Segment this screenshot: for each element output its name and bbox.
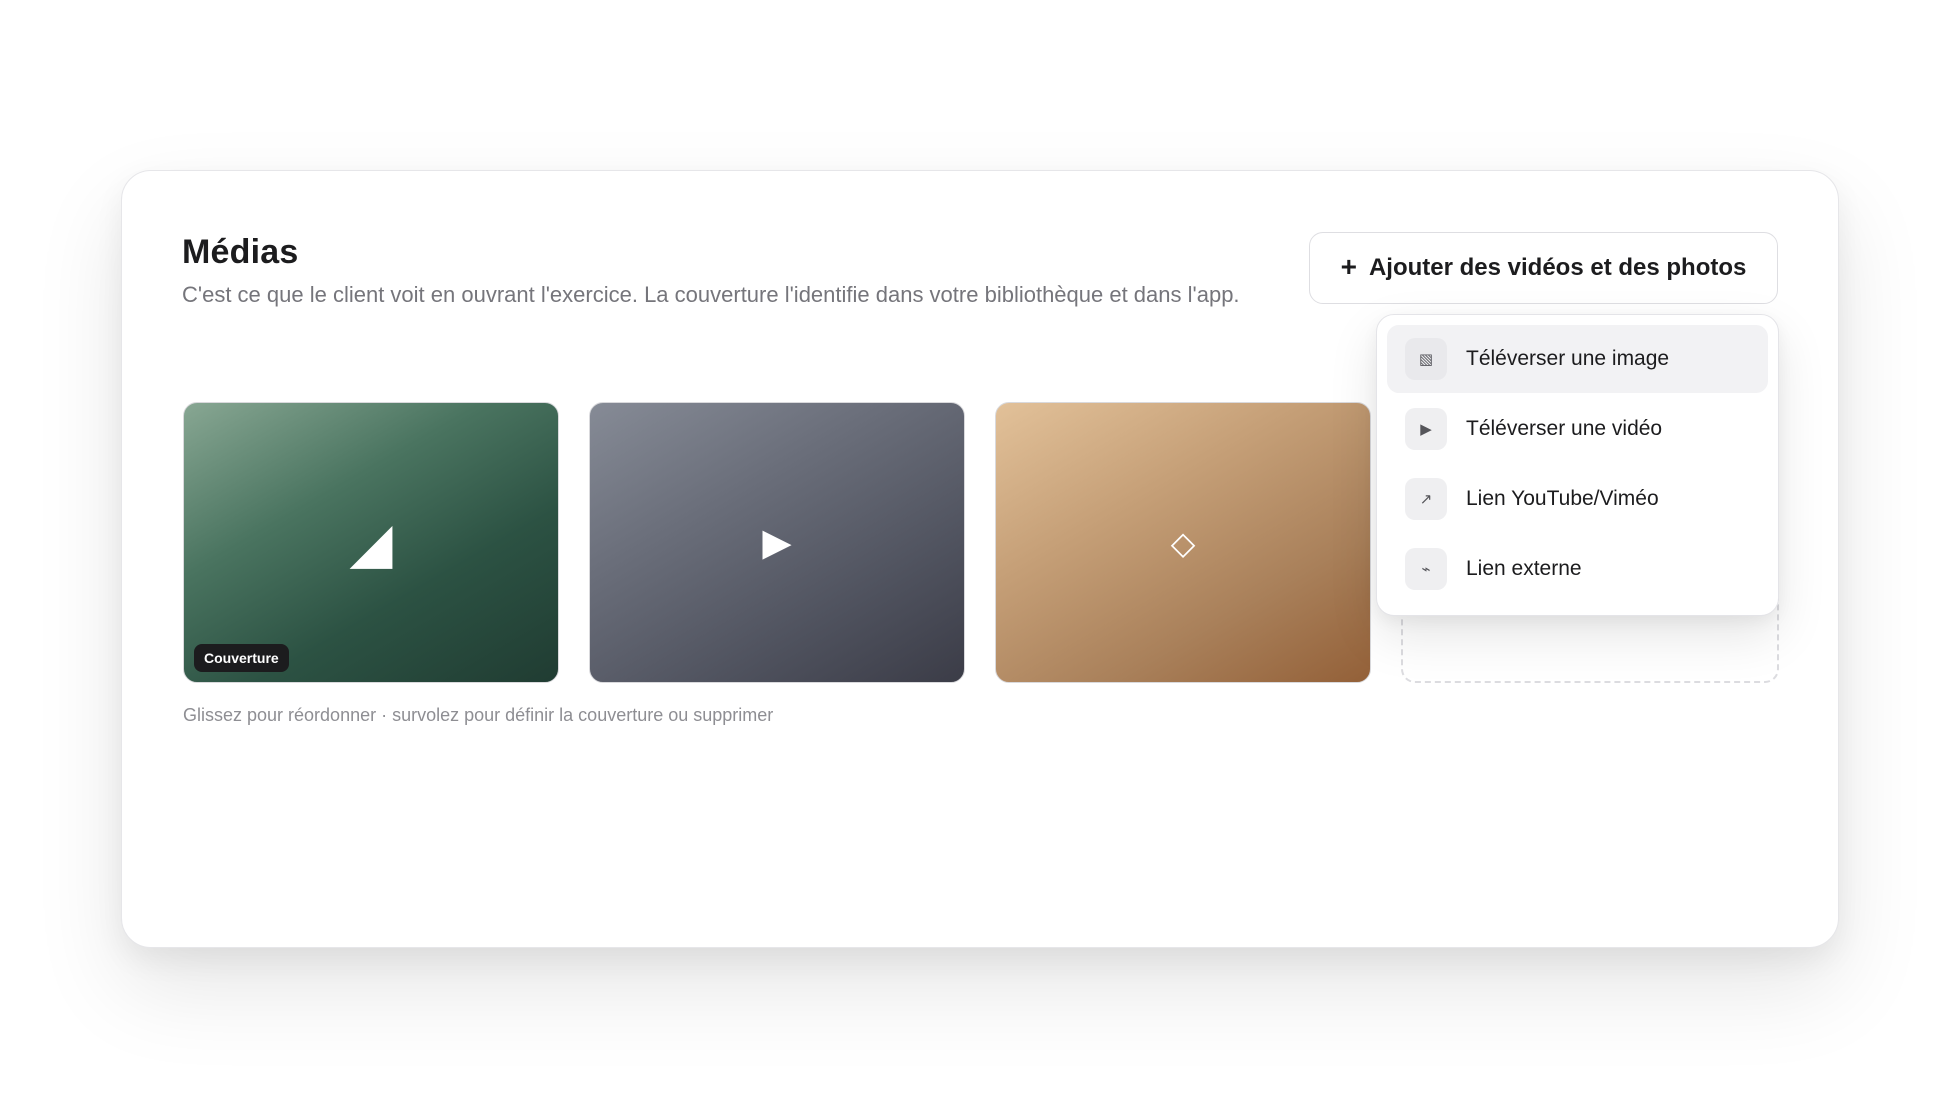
menu-item-upload-image[interactable]: ▧ Téléverser une image [1387, 325, 1768, 393]
link-icon: ⌁ [1405, 548, 1447, 590]
image-icon: ▧ [1405, 338, 1447, 380]
add-media-button-label: Ajouter des vidéos et des photos [1368, 254, 1747, 281]
reorder-hint: Glissez pour réordonner · survolez pour … [183, 705, 774, 725]
media-thumbnail-photo[interactable]: ◇ [995, 402, 1371, 683]
play-icon: ▶ [762, 521, 792, 564]
menu-item-external-link[interactable]: ⌁ Lien externe [1387, 535, 1768, 603]
menu-item-label: Lien externe [1466, 557, 1582, 580]
section-title: Médias [182, 233, 299, 271]
section-subtitle: C'est ce que le client voit en ouvrant l… [182, 282, 1240, 307]
media-card: Médias C'est ce que le client voit en ou… [121, 170, 1839, 948]
arrow-up-right-icon: ↗ [1405, 478, 1447, 520]
menu-item-upload-video[interactable]: ▶ Téléverser une vidéo [1387, 395, 1768, 463]
media-thumbnail-video[interactable]: ▶ [589, 402, 965, 683]
menu-item-label: Téléverser une vidéo [1466, 417, 1663, 440]
plus-icon: + [1340, 251, 1357, 282]
add-media-button[interactable]: + Ajouter des vidéos et des photos [1309, 232, 1778, 304]
menu-item-label: Téléverser une image [1466, 347, 1670, 370]
menu-item-youtube-vimeo-link[interactable]: ↗ Lien YouTube/Viméo [1387, 465, 1768, 533]
diamond-icon: ◇ [1170, 524, 1196, 561]
menu-item-label: Lien YouTube/Viméo [1466, 487, 1659, 510]
image-icon: ◢ [349, 510, 393, 574]
cover-badge: Couverture [194, 644, 289, 672]
add-media-dropdown: ▧ Téléverser une image ▶ Téléverser une … [1376, 314, 1779, 616]
media-thumbnail-cover[interactable]: ◢ Couverture [183, 402, 559, 683]
play-icon: ▶ [1405, 408, 1447, 450]
